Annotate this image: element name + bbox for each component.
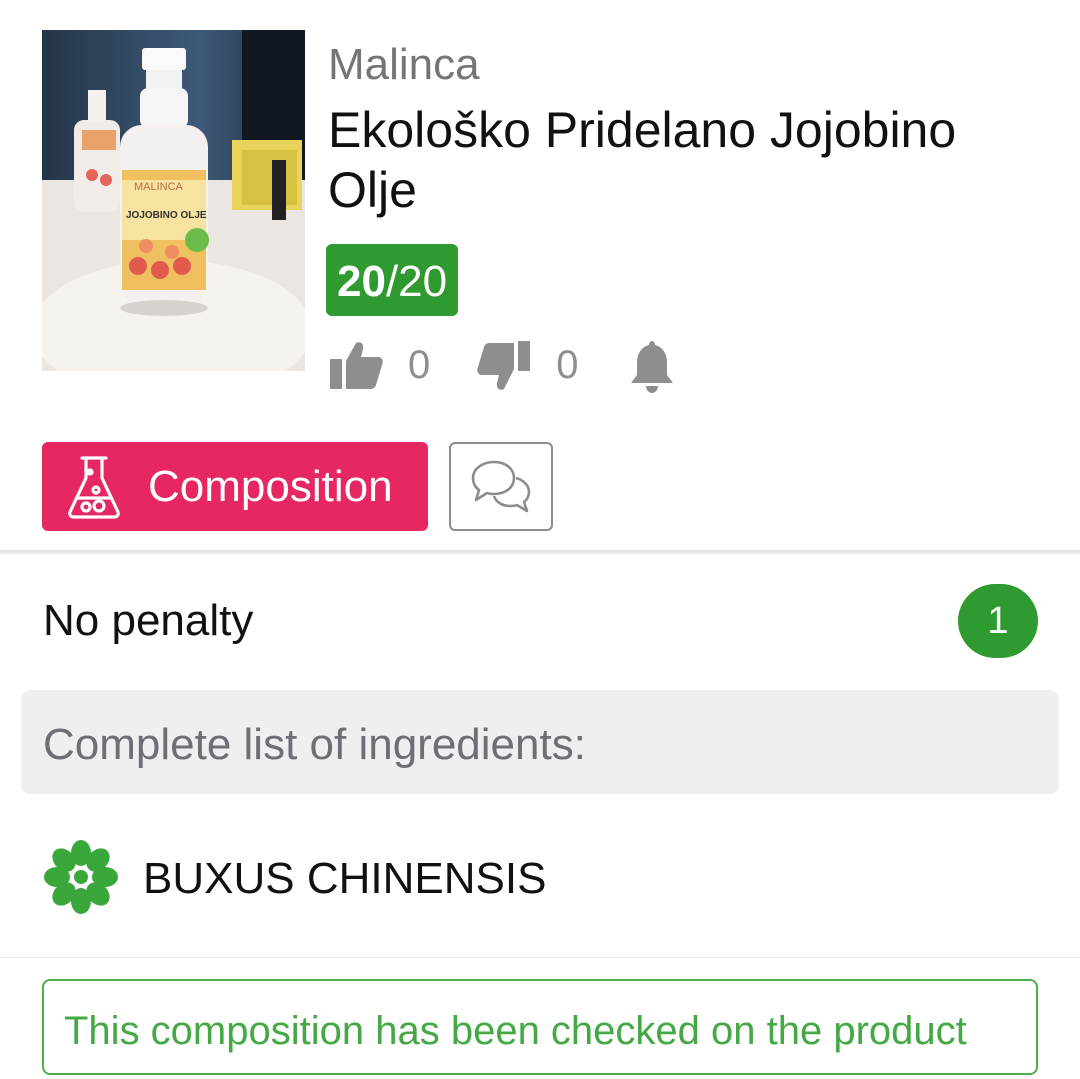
flask-icon bbox=[68, 455, 120, 519]
notify-button[interactable] bbox=[629, 337, 675, 393]
penalty-label: No penalty bbox=[43, 596, 254, 645]
svg-text:JOJOBINO OLJE: JOJOBINO OLJE bbox=[126, 210, 207, 221]
comments-button[interactable] bbox=[449, 442, 553, 531]
product-title: Ekološko Pridelano Jojobino Olje bbox=[328, 102, 957, 218]
dislike-button[interactable]: 0 bbox=[476, 337, 579, 393]
ingredient-row[interactable]: BUXUS CHINENSIS bbox=[0, 820, 1080, 958]
product-header: MALINCA JOJOBINO OLJE Malinca Ekološko P… bbox=[0, 0, 1080, 550]
score-value: 20 bbox=[337, 257, 386, 306]
thumbs-up-icon bbox=[330, 342, 383, 389]
bell-icon bbox=[630, 341, 673, 393]
score-total: /20 bbox=[385, 257, 448, 306]
checked-notice-text: This composition has been checked on the… bbox=[64, 1009, 967, 1053]
chat-bubbles-icon bbox=[471, 460, 531, 512]
score-badge: 20/20 bbox=[326, 244, 459, 316]
product-photo-image: MALINCA JOJOBINO OLJE bbox=[42, 30, 305, 371]
like-button[interactable]: 0 bbox=[328, 339, 430, 391]
green-flower-icon bbox=[44, 840, 118, 914]
ingredients-header: Complete list of ingredients: bbox=[21, 690, 1059, 794]
composition-label: Composition bbox=[148, 461, 393, 511]
dislike-count: 0 bbox=[556, 342, 579, 387]
brand-name[interactable]: Malinca bbox=[328, 40, 480, 90]
header-divider bbox=[0, 550, 1080, 556]
svg-text:MALINCA: MALINCA bbox=[134, 181, 184, 193]
ingredient-name: BUXUS CHINENSIS bbox=[143, 854, 547, 903]
vote-bar: 0 0 bbox=[328, 335, 675, 395]
ingredients-header-label: Complete list of ingredients: bbox=[43, 720, 586, 769]
product-photo[interactable]: MALINCA JOJOBINO OLJE bbox=[42, 30, 305, 371]
composition-button[interactable]: Composition bbox=[42, 442, 428, 531]
penalty-count-badge[interactable]: 1 bbox=[958, 584, 1038, 658]
thumbs-down-icon bbox=[477, 341, 531, 390]
like-count: 0 bbox=[408, 342, 431, 387]
checked-notice: This composition has been checked on the… bbox=[42, 979, 1038, 1075]
